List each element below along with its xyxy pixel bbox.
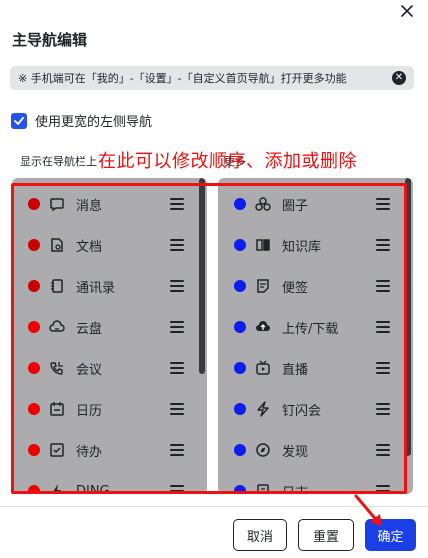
- nav-item[interactable]: 日历: [12, 389, 207, 429]
- circle-group-icon: [255, 196, 271, 212]
- drag-handle-icon[interactable]: [170, 444, 184, 456]
- nav-item-label: 消息: [76, 198, 103, 214]
- flash-meeting-icon: [255, 401, 271, 417]
- status-dot: [28, 198, 40, 210]
- more-item-label: 日志: [282, 485, 309, 495]
- nav-item[interactable]: 待办: [12, 430, 207, 470]
- more-item[interactable]: 日志: [218, 471, 413, 494]
- cloud-drive-icon: [49, 319, 65, 335]
- status-dot: [234, 198, 246, 210]
- cancel-button[interactable]: 取消: [233, 519, 287, 551]
- drag-handle-icon[interactable]: [376, 362, 390, 374]
- log-icon: [255, 483, 271, 494]
- drag-handle-icon[interactable]: [170, 485, 184, 494]
- drag-handle-icon[interactable]: [376, 321, 390, 333]
- status-dot: [28, 239, 40, 251]
- status-dot: [234, 280, 246, 292]
- more-item-label: 发现: [282, 444, 309, 460]
- status-dot: [234, 239, 246, 251]
- sticky-note-icon: [255, 278, 271, 294]
- todo-icon: [49, 442, 65, 458]
- more-item-label: 圈子: [282, 198, 309, 214]
- document-icon: [49, 237, 65, 253]
- compass-icon: [255, 442, 271, 458]
- drag-handle-icon[interactable]: [170, 280, 184, 292]
- more-list: 圈子知识库便签上传/下载直播钉闪会发现日志: [218, 178, 413, 494]
- nav-item-label: 文档: [76, 239, 103, 255]
- nav-item-label: 通讯录: [76, 280, 116, 296]
- status-dot: [28, 321, 40, 333]
- drag-handle-icon[interactable]: [376, 403, 390, 415]
- drag-handle-icon[interactable]: [170, 239, 184, 251]
- more-item[interactable]: 知识库: [218, 225, 413, 265]
- status-dot: [28, 485, 40, 494]
- more-item-label: 便签: [282, 280, 309, 296]
- status-dot: [234, 485, 246, 494]
- dialog-title: 主导航编辑: [12, 31, 88, 49]
- checkbox-label: 使用更宽的左侧导航: [35, 115, 153, 130]
- status-dot: [234, 362, 246, 374]
- chat-bubble-icon: [49, 196, 65, 212]
- nav-item-label: 待办: [76, 444, 103, 460]
- more-item-label: 钉闪会: [282, 403, 322, 419]
- wide-nav-checkbox-row[interactable]: 使用更宽的左侧导航: [11, 111, 152, 130]
- reset-button[interactable]: 重置: [298, 519, 354, 551]
- live-tv-icon: [255, 360, 271, 376]
- status-dot: [28, 403, 40, 415]
- more-item[interactable]: 便签: [218, 266, 413, 306]
- nav-item-label: DING: [76, 483, 110, 495]
- upload-download-icon: [255, 319, 271, 335]
- nav-item[interactable]: 云盘: [12, 307, 207, 347]
- nav-item-label: 云盘: [76, 321, 103, 337]
- nav-item-label: 会议: [76, 362, 103, 378]
- status-dot: [28, 444, 40, 456]
- contacts-icon: [49, 278, 65, 294]
- left-section-label: 显示在导航栏上: [20, 155, 97, 168]
- status-dot: [234, 403, 246, 415]
- status-dot: [234, 444, 246, 456]
- more-item-label: 上传/下载: [282, 321, 339, 337]
- close-icon: [401, 5, 413, 17]
- more-item[interactable]: 发现: [218, 430, 413, 470]
- drag-handle-icon[interactable]: [170, 321, 184, 333]
- checkmark-icon: [14, 116, 24, 125]
- close-button[interactable]: [396, 0, 418, 22]
- nav-bar-list: 消息文档通讯录云盘会议日历待办 DING: [12, 178, 207, 494]
- more-item[interactable]: 直播: [218, 348, 413, 388]
- drag-handle-icon[interactable]: [170, 403, 184, 415]
- calendar-icon: [49, 401, 65, 417]
- annotation-arrow: [354, 494, 382, 526]
- tip-close-icon[interactable]: ✕: [392, 71, 406, 85]
- knowledge-base-icon: [255, 237, 271, 253]
- more-item-label: 直播: [282, 362, 309, 378]
- more-item-label: 知识库: [282, 239, 322, 255]
- nav-item[interactable]: 会议: [12, 348, 207, 388]
- status-dot: [234, 321, 246, 333]
- nav-item[interactable]: DING: [12, 471, 207, 494]
- nav-item[interactable]: 消息: [12, 184, 207, 224]
- ding-icon: [49, 483, 65, 494]
- nav-item-label: 日历: [76, 403, 103, 419]
- drag-handle-icon[interactable]: [376, 444, 390, 456]
- nav-item[interactable]: 通讯录: [12, 266, 207, 306]
- tip-banner: ※ 手机端可在「我的」-「设置」-「自定义首页导航」打开更多功能 ✕: [10, 66, 414, 90]
- drag-handle-icon[interactable]: [376, 239, 390, 251]
- status-dot: [28, 280, 40, 292]
- tip-text: ※ 手机端可在「我的」-「设置」-「自定义首页导航」打开更多功能: [18, 72, 347, 85]
- drag-handle-icon[interactable]: [170, 362, 184, 374]
- more-item[interactable]: 钉闪会: [218, 389, 413, 429]
- more-item[interactable]: 上传/下载: [218, 307, 413, 347]
- phone-meeting-icon: [49, 360, 65, 376]
- drag-handle-icon[interactable]: [170, 198, 184, 210]
- wide-nav-checkbox[interactable]: [11, 112, 27, 129]
- drag-handle-icon[interactable]: [376, 198, 390, 210]
- annotation-text: 在此可以修改顺序、添加或删除: [98, 151, 357, 172]
- nav-item[interactable]: 文档: [12, 225, 207, 265]
- drag-handle-icon[interactable]: [376, 280, 390, 292]
- more-item[interactable]: 圈子: [218, 184, 413, 224]
- status-dot: [28, 362, 40, 374]
